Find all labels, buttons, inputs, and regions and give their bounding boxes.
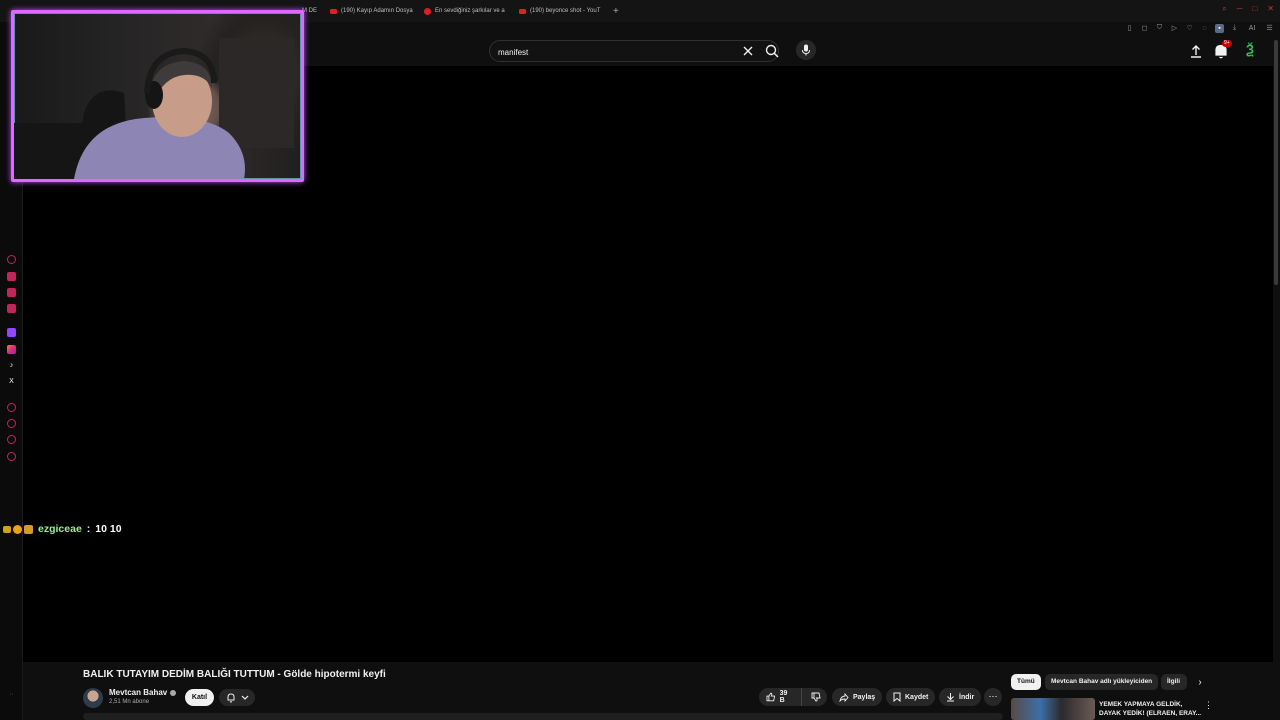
close-icon[interactable]: ✕ xyxy=(1267,4,1274,14)
channel-name[interactable]: Mevtcan Bahav xyxy=(109,688,177,697)
thumbs-down-icon xyxy=(811,692,821,702)
bookmark-icon xyxy=(893,692,901,702)
subscribed-button[interactable] xyxy=(219,689,255,706)
shield-icon[interactable]: ⛉ xyxy=(1155,24,1164,33)
video-title: BALIK TUTAYIM DEDİM BALIĞI TUTTUM - Göld… xyxy=(83,669,386,680)
youtube-icon xyxy=(330,8,337,14)
channel-avatar[interactable] xyxy=(83,688,103,708)
tiktok-icon[interactable]: ♪ xyxy=(7,361,16,370)
bell-icon xyxy=(227,693,234,703)
related-video-title[interactable]: YEMEK YAPMAYA GELDİK, DAYAK YEDİK! (ELRA… xyxy=(1099,700,1203,718)
music-icon xyxy=(424,7,431,15)
ai-icon[interactable]: AI xyxy=(1245,24,1259,33)
join-button[interactable]: Katıl xyxy=(185,689,214,706)
clear-search-icon[interactable] xyxy=(741,44,755,58)
clock-icon[interactable] xyxy=(7,403,16,412)
subscriber-count: 2,51 Mn abone xyxy=(109,699,150,705)
chevron-right-icon[interactable]: › xyxy=(1193,676,1207,690)
related-video-thumbnail[interactable] xyxy=(1011,698,1095,720)
page-scrollbar[interactable] xyxy=(1274,40,1278,285)
subscriber-badge-icon xyxy=(24,524,33,534)
webcam-overlay xyxy=(11,10,304,182)
search-box[interactable] xyxy=(489,40,779,62)
dislike-button[interactable] xyxy=(806,688,827,706)
like-dislike-group: 39 B xyxy=(759,688,827,706)
x-icon[interactable]: X xyxy=(7,377,16,386)
download-label: İndir xyxy=(959,693,975,701)
thumbs-up-icon xyxy=(766,692,776,702)
chip-uploader[interactable]: Mevtcan Bahav adlı yükleyiciden xyxy=(1045,674,1159,690)
save-label: Kaydet xyxy=(905,693,929,701)
bag-icon[interactable] xyxy=(7,272,16,281)
download-button[interactable]: İndir xyxy=(939,688,982,706)
browser-tab[interactable]: En sevdiğiniz şarkılar ve a xyxy=(418,0,513,22)
channel-name-text: Mevtcan Bahav xyxy=(109,688,168,697)
crown-badge-icon xyxy=(3,525,11,533)
play-icon[interactable]: ▷ xyxy=(1170,24,1179,33)
chat-username: ezgiceae xyxy=(38,523,82,535)
share-button[interactable]: Paylaş xyxy=(832,688,883,706)
share-label: Paylaş xyxy=(853,693,876,701)
search-button[interactable] xyxy=(763,42,781,60)
chat-separator: : xyxy=(86,523,91,535)
timer-icon[interactable] xyxy=(7,419,16,428)
browser-tab[interactable]: (190) beyonce shot - YouT xyxy=(513,0,607,22)
menu-icon[interactable]: ☰ xyxy=(1265,24,1274,33)
share-icon xyxy=(839,692,849,702)
chevron-down-icon xyxy=(241,695,248,700)
voice-search-button[interactable] xyxy=(796,40,816,60)
wallet-icon[interactable] xyxy=(7,288,16,297)
tab-label: En sevdiğiniz şarkılar ve a xyxy=(435,8,505,14)
like-count: 39 B xyxy=(779,690,788,704)
minimize-icon[interactable]: ─ xyxy=(1237,4,1243,14)
chat-icon[interactable]: ◌ xyxy=(1200,24,1209,33)
download-icon xyxy=(947,693,954,702)
maximize-icon[interactable]: □ xyxy=(1252,4,1257,14)
chip-related[interactable]: İlgili xyxy=(1161,674,1187,690)
browser-toolbar: ▯ ◻ ⛉ ▷ ♡ ◌ ▪ ⤓ AI ☰ xyxy=(1125,22,1274,34)
twitch-icon[interactable] xyxy=(7,328,16,337)
instagram-icon[interactable] xyxy=(7,345,16,354)
box-icon[interactable] xyxy=(7,304,16,313)
camera-icon[interactable]: ◻ xyxy=(1140,24,1149,33)
description-box[interactable] xyxy=(83,713,1003,720)
settings-icon[interactable] xyxy=(7,452,16,461)
chat-text: 10 10 xyxy=(95,523,122,535)
browser-tab[interactable]: (190) Kayıp Adamın Dosya xyxy=(324,0,418,22)
more-actions-button[interactable]: ⋯ xyxy=(984,688,1002,706)
more-horizontal-icon: ⋯ xyxy=(988,691,998,701)
search-input[interactable] xyxy=(498,45,738,59)
chat-message: ezgiceae : 10 10 xyxy=(3,523,122,535)
more-icon[interactable]: ·· xyxy=(7,690,16,699)
search-icon[interactable]: ⌕ xyxy=(1222,4,1226,14)
download-icon[interactable]: ⤓ xyxy=(1230,24,1239,33)
tab-label: M DE xyxy=(302,8,317,14)
account-avatar[interactable]: Ѯ xyxy=(1242,42,1258,58)
webcam-feed xyxy=(14,13,301,179)
notifications-button[interactable]: 9+ xyxy=(1213,40,1232,60)
screen: M DE (190) Kayıp Adamın Dosya En sevdiği… xyxy=(0,0,1280,720)
bits-badge-icon xyxy=(13,524,22,534)
message-icon[interactable] xyxy=(7,435,16,444)
like-button[interactable]: 39 B xyxy=(759,688,802,706)
youtube-icon xyxy=(519,8,526,14)
window-controls: ⌕ ─ □ ✕ xyxy=(1222,4,1274,14)
page-icon[interactable]: ▯ xyxy=(1125,24,1134,33)
notification-badge: 9+ xyxy=(1222,40,1232,47)
more-vertical-icon[interactable]: ⋮ xyxy=(1204,700,1213,712)
chip-all[interactable]: Tümü xyxy=(1011,674,1041,690)
heart-icon[interactable]: ♡ xyxy=(1185,24,1194,33)
verified-icon xyxy=(170,689,177,696)
new-tab-button[interactable]: + xyxy=(607,6,625,17)
extension-icon[interactable]: ▪ xyxy=(1215,23,1224,33)
save-button[interactable]: Kaydet xyxy=(886,688,936,706)
tab-label: (190) Kayıp Adamın Dosya xyxy=(341,8,413,14)
upload-icon[interactable] xyxy=(1189,43,1203,59)
history-icon[interactable] xyxy=(7,255,16,264)
tab-label: (190) beyonce shot - YouT xyxy=(530,8,601,14)
